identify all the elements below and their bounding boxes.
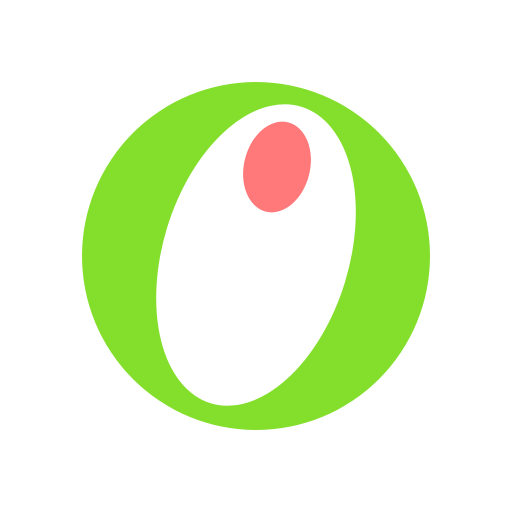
logo-canvas (0, 0, 512, 512)
olive-logo-icon (82, 82, 430, 430)
